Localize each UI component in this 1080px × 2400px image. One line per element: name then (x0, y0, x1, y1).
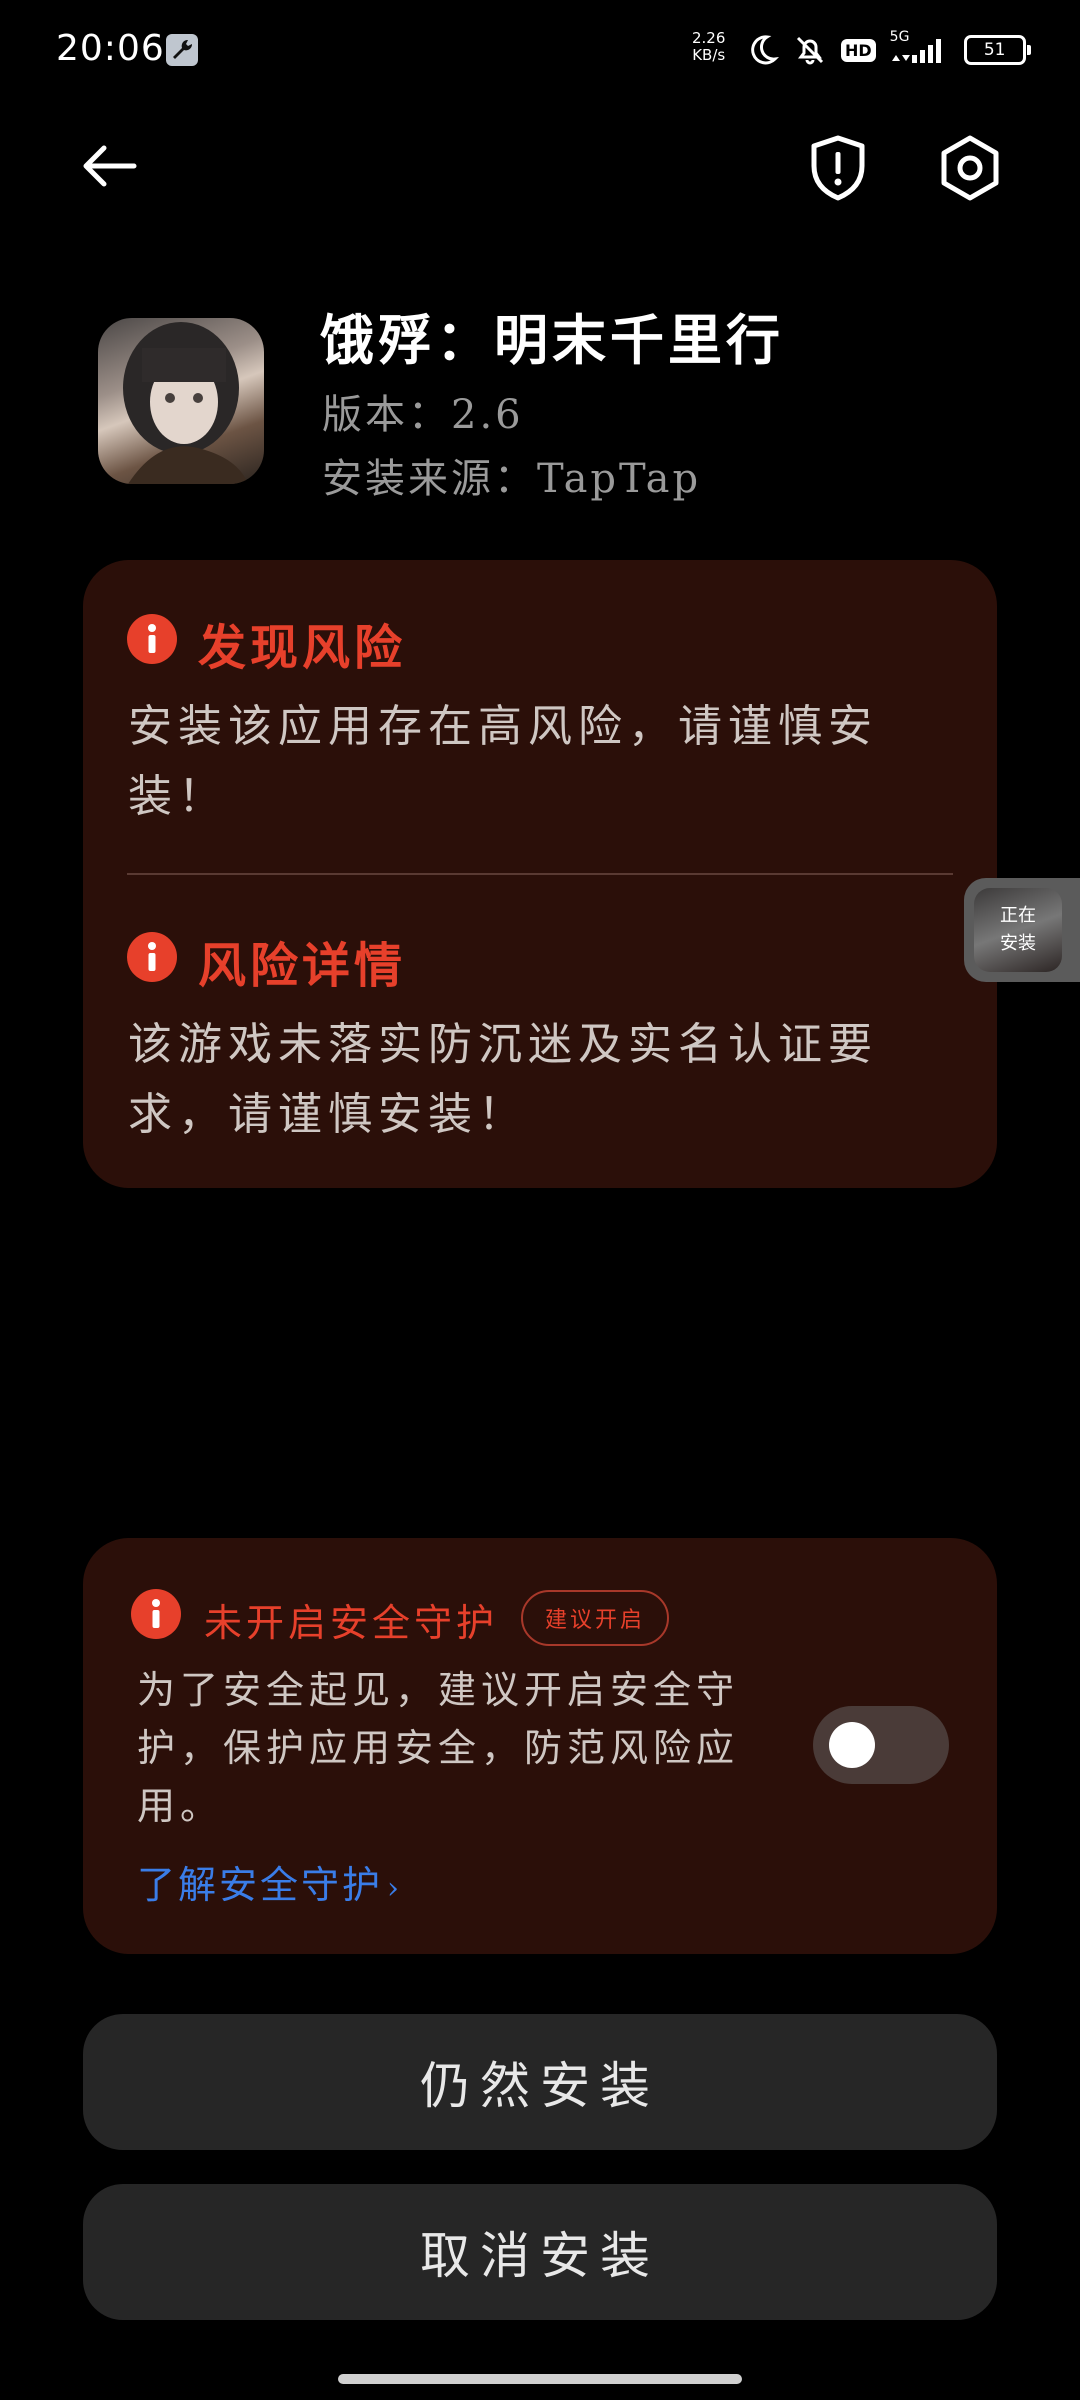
installing-thumbnail: 正在 安装 (974, 888, 1062, 972)
app-icon (98, 318, 264, 484)
risk-details-heading: 风险详情 (198, 938, 407, 994)
info-icon (127, 932, 177, 982)
risk-details-text: 该游戏未落实防沉迷及实名认证要求，请谨慎安装！ (128, 1019, 878, 1140)
notification-off-icon (796, 36, 824, 65)
risk-found-heading: 发现风险 (198, 620, 407, 676)
security-shield-button[interactable] (800, 130, 876, 206)
hd-icon: HD (841, 38, 876, 62)
protection-description: 为了安全起见，建议开启安全守护，保护应用安全，防范风险应用。 (137, 1668, 740, 1828)
signal-icon: 5G (890, 29, 950, 67)
app-version: 版本：2.6 (322, 392, 524, 438)
info-icon (127, 614, 177, 664)
status-time: 20:06 (56, 28, 165, 69)
network-speed-unit: KB/s (692, 46, 726, 64)
status-bar: 20:06 2.26 KB/s HD 5G 51 (0, 0, 1080, 100)
arrow-left-icon (83, 145, 137, 187)
moon-icon (751, 35, 779, 65)
network-speed-value: 2.26 (692, 29, 726, 47)
learn-protection-link-label: 了解安全守护 (137, 1863, 384, 1907)
installing-label-line1: 正在 (1000, 905, 1036, 926)
suggest-enable-badge: 建议开启 (521, 1590, 670, 1646)
install-anyway-button[interactable]: 仍然安装 (83, 2014, 997, 2150)
learn-protection-link[interactable]: 了解安全守护 › (137, 1854, 402, 1909)
settings-icon (941, 135, 999, 201)
status-icons: HD 5G 51 (745, 29, 1031, 70)
settings-button[interactable] (932, 130, 1008, 206)
network-speed: 2.26 KB/s (692, 30, 725, 64)
home-indicator[interactable] (338, 2374, 742, 2384)
wrench-icon (166, 34, 198, 66)
info-icon (131, 1589, 181, 1639)
protection-toggle[interactable] (813, 1706, 949, 1784)
divider (127, 873, 953, 875)
risk-found-text: 安装该应用存在高风险，请谨慎安装！ (128, 701, 878, 822)
battery-icon: 51 (963, 35, 1031, 65)
app-name: 饿殍：明末千里行 (320, 308, 784, 372)
shield-alert-icon (811, 135, 865, 201)
toggle-knob (829, 1722, 875, 1768)
chevron-right-icon: › (387, 1871, 403, 1906)
installing-floating-bubble[interactable]: 正在 安装 (964, 878, 1080, 982)
protection-title: 未开启安全守护 (204, 1601, 499, 1645)
back-button[interactable] (70, 130, 150, 210)
installing-label-line2: 安装 (1000, 933, 1036, 954)
cancel-install-button[interactable]: 取消安装 (83, 2184, 997, 2320)
app-install-source: 安装来源：TapTap (322, 456, 702, 502)
